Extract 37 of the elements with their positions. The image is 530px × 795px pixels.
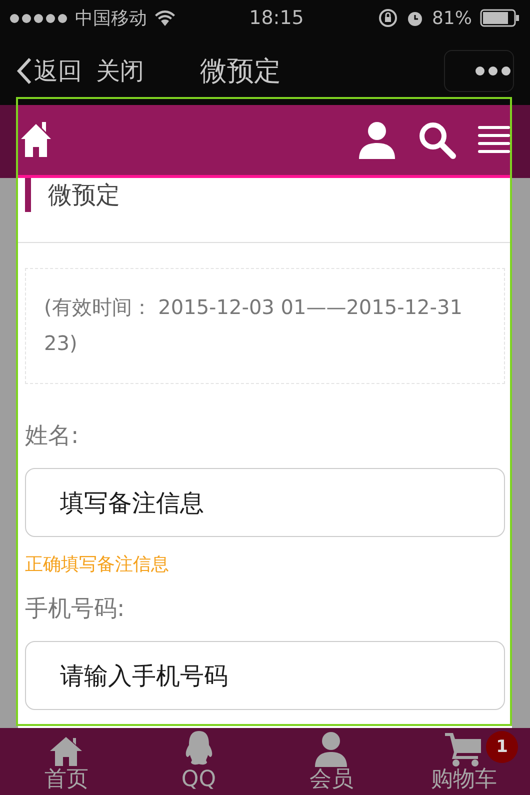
clock-time: 18:15 (248, 7, 305, 29)
section-title: 微预定 (48, 180, 120, 210)
wifi-icon (155, 10, 175, 26)
search-icon[interactable] (418, 121, 456, 159)
ellipsis-icon (475, 66, 511, 76)
more-button[interactable] (444, 50, 514, 92)
count-badge: 1 (486, 731, 518, 763)
alarm-icon (406, 9, 424, 27)
chevron-left-icon (16, 56, 32, 84)
tab-label: QQ (181, 767, 216, 793)
tab-label: 会员 (309, 767, 354, 793)
signal-icon (10, 14, 67, 22)
cart-icon (444, 731, 483, 767)
back-link[interactable]: 返回 (16, 54, 82, 86)
home-icon[interactable] (20, 122, 52, 158)
carrier-name: 中国移动 (75, 7, 147, 30)
page-title: 微预定 (200, 54, 282, 88)
tab-label: 首页 (44, 767, 88, 793)
input-field[interactable]: 请输入手机号码 (25, 641, 505, 710)
tab-item[interactable]: 首页 (0, 728, 132, 795)
battery-icon (480, 9, 520, 27)
tab-label: 购物车 (430, 767, 497, 793)
validity-text: (有效时间： 2015-12-03 01——2015-12-31 23) (25, 268, 505, 384)
tab-item[interactable]: 购物车 1 (398, 728, 530, 795)
rotation-lock-icon (378, 8, 398, 28)
tab-item[interactable]: QQ (132, 728, 265, 795)
field-label: 姓名: (25, 422, 80, 451)
user-icon (313, 731, 350, 767)
home-icon (48, 735, 84, 767)
field-label: 手机号码: (25, 595, 126, 624)
tab-item[interactable]: 会员 (265, 728, 398, 795)
battery-percent: 81% (432, 8, 472, 28)
input-field[interactable]: 填写备注信息 (25, 468, 505, 537)
close-link[interactable]: 关闭 (96, 54, 144, 86)
field-hint: 正确填写备注信息 (25, 553, 170, 577)
menu-icon[interactable] (478, 125, 510, 155)
user-icon[interactable] (358, 121, 396, 159)
